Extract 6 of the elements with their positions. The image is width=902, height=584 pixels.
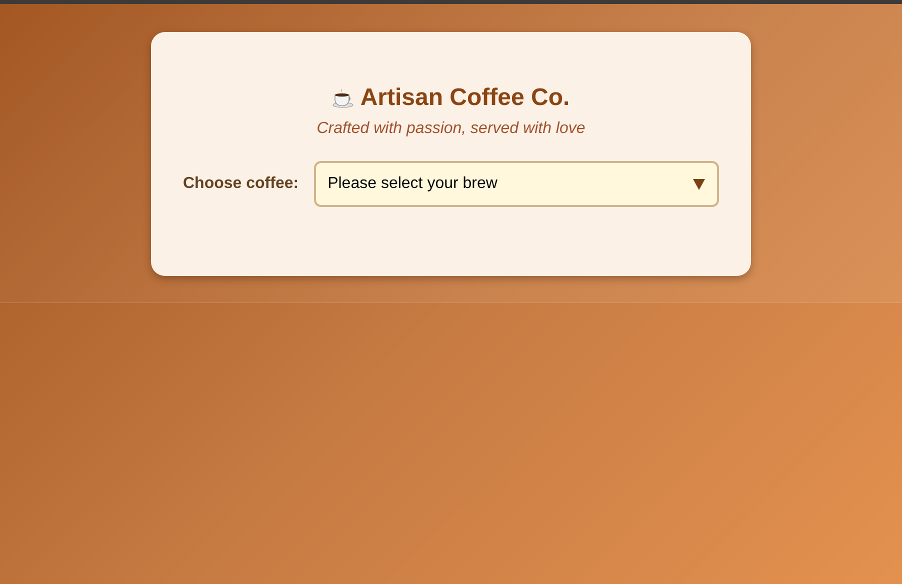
app-title: Artisan Coffee Co. — [360, 84, 570, 112]
caret-icon — [693, 178, 705, 190]
coffee-select[interactable]: Please select your brew — [314, 161, 719, 207]
field-label: Choose coffee: — [183, 175, 299, 193]
tagline: Crafted with passion, served with love — [316, 120, 586, 138]
coffee-cup-icon — [332, 87, 354, 109]
